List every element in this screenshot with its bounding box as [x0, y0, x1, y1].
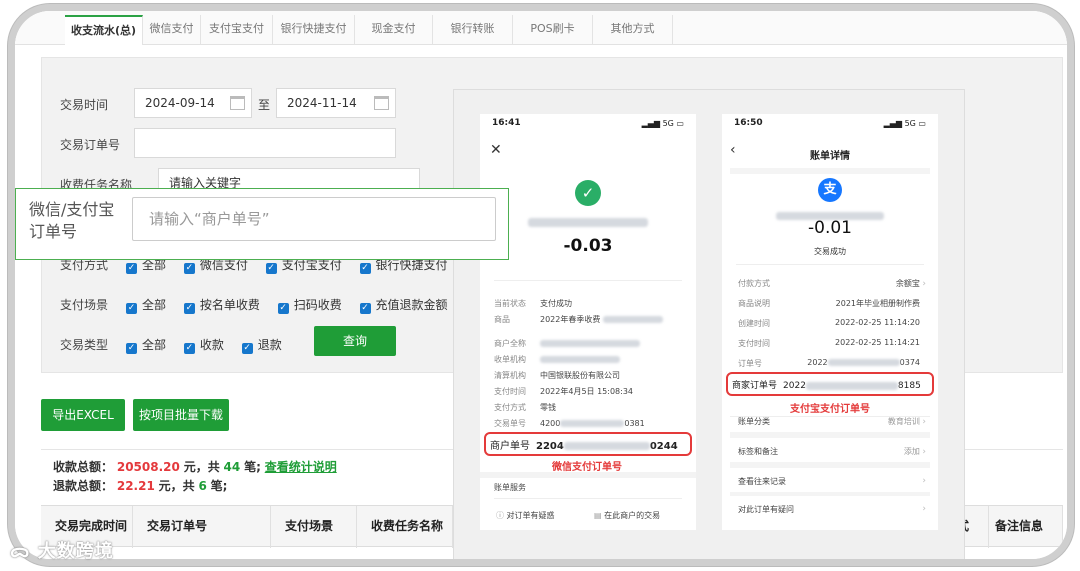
receipt-row: 清算机构 中国银联股份有限公司 [494, 371, 620, 380]
signal-icon: ▂▄▆ 5G ▭ [883, 119, 926, 128]
payment-amount: -0.03 [563, 236, 613, 256]
date-to-value: 2024-11-14 [287, 96, 357, 110]
scene-option[interactable]: ✓ 充值退款金额 [359, 298, 448, 314]
bill-service-label: 账单服务 [494, 483, 526, 492]
receipt-row: 付款方式 余额宝 › [738, 279, 926, 289]
tab-alipay[interactable]: 支付宝支付 [201, 15, 273, 45]
date-from-value: 2024-09-14 [145, 96, 215, 110]
order-no-input[interactable] [134, 128, 396, 158]
column-header[interactable]: 支付场景 [271, 506, 357, 548]
type-label: 交易类型 [60, 338, 109, 352]
receipt-row: 交易单号 4200 0381 [494, 419, 645, 428]
bill-detail-title: 账单详情 [810, 151, 850, 162]
close-icon[interactable]: ✕ [490, 142, 502, 158]
export-excel-button[interactable]: 导出EXCEL [41, 399, 125, 431]
success-check-icon: ✓ [575, 180, 601, 206]
scene-label: 支付场景 [60, 298, 109, 312]
tab-pos[interactable]: POS刷卡 [513, 15, 593, 45]
order-doubt-link[interactable]: ⓘ 对订单有疑惑 [496, 510, 555, 521]
merchant-name-blurred [528, 215, 648, 229]
wechat-order-caption: 微信支付订单号 [552, 462, 622, 473]
date-separator: 至 [258, 98, 271, 112]
scene-option[interactable]: ✓ 扫码收费 [277, 298, 342, 314]
payment-amount: -0.01 [808, 218, 852, 238]
alipay-logo-icon: 支 [818, 178, 842, 202]
query-button[interactable]: 查询 [314, 326, 396, 356]
scene-options: ✓ 全部 ✓ 按名单收费 ✓ 扫码收费 ✓ 充值退款金额 [126, 296, 462, 314]
tab-bank-quick[interactable]: 银行快捷支付 [273, 15, 355, 45]
type-option[interactable]: ✓ 全部 [126, 338, 166, 354]
receipt-row: 创建时间 2022-02-25 11:14:20 [738, 318, 920, 328]
signal-icon: ▂▄▆ 5G ▭ [641, 119, 684, 128]
receipt-row: 支付时间 2022-02-25 11:14:21 [738, 338, 920, 348]
alipay-receipt: 16:50 ▂▄▆ 5G ▭ ‹ 账单详情 支 -0.01 交易成功 付款方式余… [722, 114, 938, 530]
tab-other[interactable]: 其他方式 [593, 15, 673, 45]
merchant-no-row: 商家订单号 2022 8185 [732, 381, 921, 391]
stats-explanation-link[interactable]: 查看统计说明 [265, 460, 337, 474]
type-option[interactable]: ✓ 退款 [241, 338, 282, 354]
alipay-order-caption: 支付宝支付订单号 [790, 404, 870, 415]
receipt-row: 支付方式 零钱 [494, 403, 556, 412]
batch-download-button[interactable]: 按项目批量下载 [133, 399, 229, 431]
page: 收支流水(总) 微信支付 支付宝支付 银行快捷支付 现金支付 银行转账 POS刷… [15, 11, 1067, 559]
receipt-row: 商户全称 [494, 338, 640, 349]
receipt-examples: 16:41 ▂▄▆ 5G ▭ ✕ ✓ -0.03 当前状态 支付成功 商品 2022… [453, 89, 965, 559]
calendar-icon[interactable] [374, 96, 389, 110]
callout-label: 微信/支付宝订单号 [29, 200, 115, 241]
menu-item[interactable]: 查看往来记录 › [738, 476, 926, 487]
scene-option[interactable]: ✓ 按名单收费 [183, 298, 260, 314]
column-header[interactable]: 交易订单号 [133, 506, 271, 548]
column-header[interactable]: 备注信息 [989, 506, 1063, 548]
status-bar: 16:50 ▂▄▆ 5G ▭ [734, 118, 926, 128]
tab-wechat[interactable]: 微信支付 [143, 15, 201, 45]
pay-method-option[interactable]: ✓ 全部 [126, 258, 166, 274]
receipt-row: 订单号 2022 0374 [738, 358, 920, 368]
watermark-logo: ᯅ 大数跨境 [10, 541, 114, 562]
wechat-receipt: 16:41 ▂▄▆ 5G ▭ ✕ ✓ -0.03 当前状态 支付成功 商品 2022… [480, 114, 696, 530]
type-options: ✓ 全部 ✓ 收款 ✓ 退款 [126, 336, 296, 354]
pay-method-option[interactable]: ✓ 微信支付 [183, 258, 248, 274]
receipt-row: 商品说明 2021年毕业相册制作费 [738, 299, 920, 308]
tab-all-flow[interactable]: 收支流水(总) [65, 15, 143, 45]
merchant-trades-link[interactable]: ▤ 在此商户的交易 [594, 510, 660, 521]
screenshot-frame: 收支流水(总) 微信支付 支付宝支付 银行快捷支付 现金支付 银行转账 POS刷… [8, 4, 1074, 566]
tab-cash[interactable]: 现金支付 [355, 15, 433, 45]
menu-item[interactable]: 对此订单有疑问 › [738, 504, 926, 515]
type-option[interactable]: ✓ 收款 [183, 338, 224, 354]
merchant-order-input[interactable]: 请输入“商户单号” [132, 197, 496, 241]
trade-status: 交易成功 [814, 247, 846, 256]
date-to-input[interactable]: 2024-11-14 [276, 88, 396, 118]
calendar-icon[interactable] [230, 96, 245, 110]
receipt-row: 支付时间 2022年4月5日 15:08:34 [494, 387, 634, 396]
date-from-input[interactable]: 2024-09-14 [134, 88, 252, 118]
receipt-row: 商品 2022年春季收费 [494, 314, 663, 325]
tab-bank-transfer[interactable]: 银行转账 [433, 15, 513, 45]
pay-method-option[interactable]: ✓ 支付宝支付 [265, 258, 342, 274]
tab-bar: 收支流水(总) 微信支付 支付宝支付 银行快捷支付 现金支付 银行转账 POS刷… [15, 11, 1067, 45]
status-bar: 16:41 ▂▄▆ 5G ▭ [492, 118, 684, 128]
order-no-label: 交易订单号 [60, 138, 121, 152]
pay-method-option[interactable]: ✓ 银行快捷支付 [359, 258, 448, 274]
trade-time-label: 交易时间 [60, 98, 109, 112]
column-header[interactable]: 收费任务名称 [357, 506, 453, 548]
receipt-row: 当前状态 支付成功 [494, 299, 572, 308]
menu-item[interactable]: 账单分类 教育培训 › [738, 416, 926, 427]
merchant-no-row: 商户单号 2204 0244 [490, 441, 678, 452]
order-no-callout: 微信/支付宝订单号 请输入“商户单号” [15, 188, 509, 260]
menu-item[interactable]: 标签和备注 添加 › [738, 446, 926, 457]
scene-option[interactable]: ✓ 全部 [126, 298, 166, 314]
receipt-row: 收单机构 [494, 354, 620, 365]
